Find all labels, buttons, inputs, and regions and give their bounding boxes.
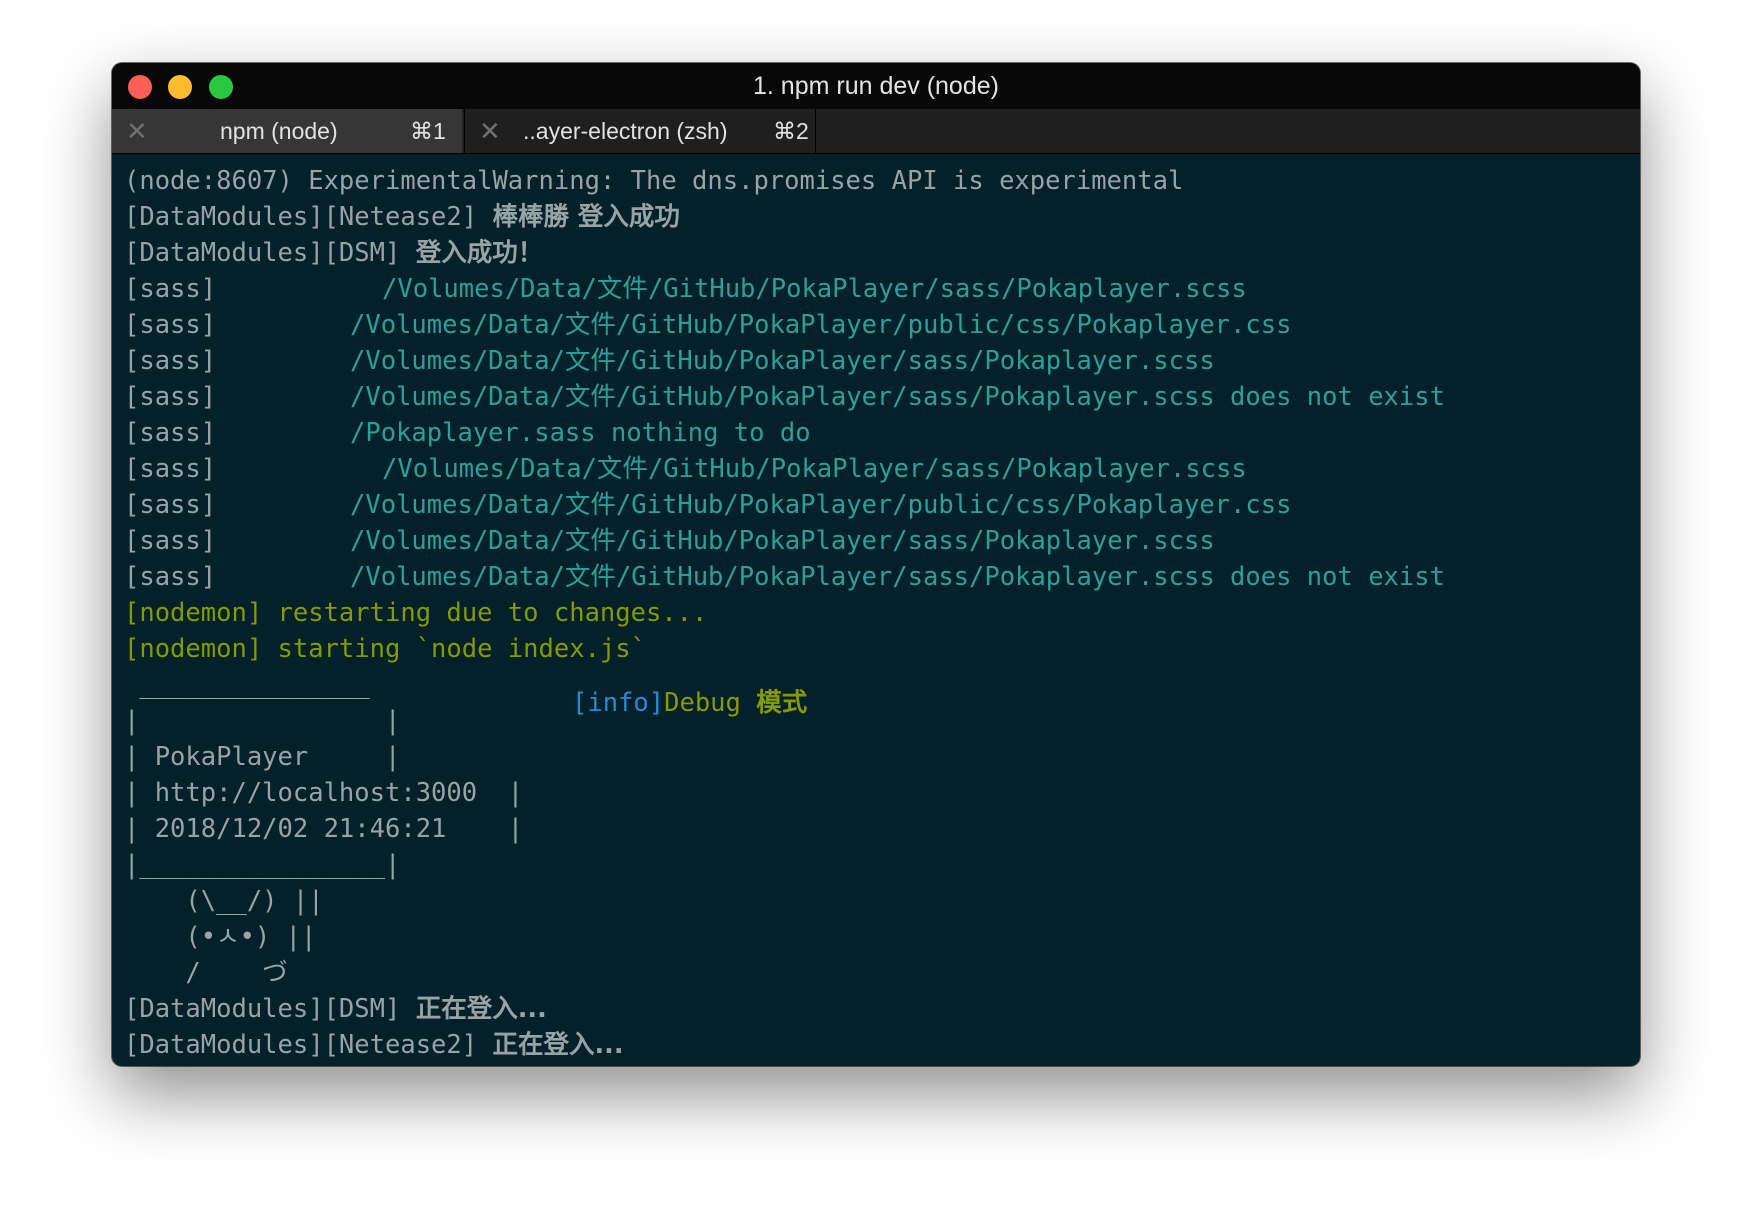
log-tag: [DataModules][Netease2] (124, 1030, 493, 1060)
info-tag: [info] (572, 688, 665, 718)
banner-line: _______________ (124, 670, 370, 700)
output-line: [sass] /Volumes/Data/文件/GitHub/PokaPlayer… (124, 379, 1634, 415)
output-line: (node:8607) ExperimentalWarning: The dns… (124, 166, 1184, 196)
tab-shortcut: ⌘2 (773, 118, 809, 144)
log-message: 登入成功！ (415, 238, 544, 268)
info-text-cjk: 模式 (756, 688, 808, 718)
close-tab-icon[interactable]: ✕ (126, 109, 148, 153)
ascii-art-line: (\__/) || (124, 886, 324, 916)
sass-tag: [sass] (124, 274, 217, 304)
tab-npm-node[interactable]: ✕ npm (node) ⌘1 (112, 109, 462, 153)
banner-line: |________________| (124, 850, 401, 880)
info-message: [info]Debug 模式 (572, 685, 807, 721)
sass-tag: [sass] (124, 418, 217, 448)
terminal-output[interactable]: (node:8607) ExperimentalWarning: The dns… (124, 163, 1634, 1063)
log-message: 正在登入... (492, 1030, 624, 1060)
title-bar[interactable]: 1. npm run dev (node) (112, 63, 1640, 109)
sass-tag: [sass] (124, 526, 217, 556)
log-message: 正在登入... (415, 994, 547, 1024)
info-text: Debug (664, 688, 757, 718)
sass-path: /Volumes/Data/文件/GitHub/PokaPlayer/publi… (350, 310, 1292, 340)
tab-shortcut: ⌘1 (410, 118, 446, 144)
tab-label: npm (node) (220, 118, 338, 144)
sass-path: /Volumes/Data/文件/GitHub/PokaPlayer/sass/… (350, 346, 1215, 376)
output-line: [sass] /Pokaplayer.sass nothing to do (124, 415, 1634, 451)
tab-bar: ✕ npm (node) ⌘1 ✕ ..ayer-electron (zsh) … (112, 109, 1640, 154)
output-line: [DataModules][Netease2] 正在登入... (124, 1027, 1634, 1063)
sass-tag: [sass] (124, 454, 217, 484)
output-line: [sass] /Volumes/Data/文件/GitHub/PokaPlayer… (124, 307, 1634, 343)
sass-tag: [sass] (124, 346, 217, 376)
terminal-window: 1. npm run dev (node) ✕ npm (node) ⌘1 ✕ … (112, 63, 1640, 1066)
output-line: [DataModules][DSM] 登入成功！ (124, 235, 1634, 271)
sass-tag: [sass] (124, 562, 217, 592)
banner-line: | http://localhost:3000 | (124, 778, 524, 808)
ascii-art-line: / づ (124, 958, 288, 988)
sass-tag: [sass] (124, 490, 217, 520)
sass-path: /Volumes/Data/文件/GitHub/PokaPlayer/sass/… (382, 454, 1247, 484)
output-line: [sass] /Volumes/Data/文件/GitHub/PokaPlayer… (124, 271, 1634, 307)
sass-tag: [sass] (124, 310, 217, 340)
banner-box: _______________ | | | PokaPlayer | | htt… (124, 667, 1634, 883)
banner-line: | 2018/12/02 21:46:21 | (124, 814, 524, 844)
log-message: 棒棒勝 登入成功 (492, 202, 680, 232)
banner-line: | | (124, 706, 401, 736)
output-line: [sass] /Volumes/Data/文件/GitHub/PokaPlayer… (124, 487, 1634, 523)
sass-path: /Volumes/Data/文件/GitHub/PokaPlayer/publi… (350, 490, 1292, 520)
ascii-art-line: (•ㅅ•) || (124, 922, 317, 952)
window-title: 1. npm run dev (node) (753, 72, 999, 100)
sass-path: /Volumes/Data/文件/GitHub/PokaPlayer/sass/… (382, 274, 1247, 304)
nodemon-line: [nodemon] starting `node index.js` (124, 634, 646, 664)
sass-path: /Volumes/Data/文件/GitHub/PokaPlayer/sass/… (350, 562, 1445, 592)
output-line: [DataModules][DSM] 正在登入... (124, 991, 1634, 1027)
sass-path: /Pokaplayer.sass nothing to do (350, 418, 811, 448)
banner-line: | PokaPlayer | (124, 742, 401, 772)
sass-tag: [sass] (124, 382, 217, 412)
close-tab-icon[interactable]: ✕ (479, 109, 501, 153)
log-tag: [DataModules][DSM] (124, 994, 416, 1024)
log-tag: [DataModules][DSM] (124, 238, 416, 268)
nodemon-line: [nodemon] restarting due to changes... (124, 598, 708, 628)
output-line: [sass] /Volumes/Data/文件/GitHub/PokaPlayer… (124, 343, 1634, 379)
log-tag: [DataModules][Netease2] (124, 202, 493, 232)
tab-label: ..ayer-electron (zsh) (523, 118, 728, 144)
output-line: [DataModules][Netease2] 棒棒勝 登入成功 (124, 199, 1634, 235)
output-line: [sass] /Volumes/Data/文件/GitHub/PokaPlayer… (124, 559, 1634, 595)
tab-electron-zsh[interactable]: ✕ ..ayer-electron (zsh) ⌘2 (464, 109, 816, 153)
output-line: [sass] /Volumes/Data/文件/GitHub/PokaPlayer… (124, 451, 1634, 487)
sass-path: /Volumes/Data/文件/GitHub/PokaPlayer/sass/… (350, 526, 1215, 556)
sass-path: /Volumes/Data/文件/GitHub/PokaPlayer/sass/… (350, 382, 1445, 412)
output-line: [sass] /Volumes/Data/文件/GitHub/PokaPlayer… (124, 523, 1634, 559)
